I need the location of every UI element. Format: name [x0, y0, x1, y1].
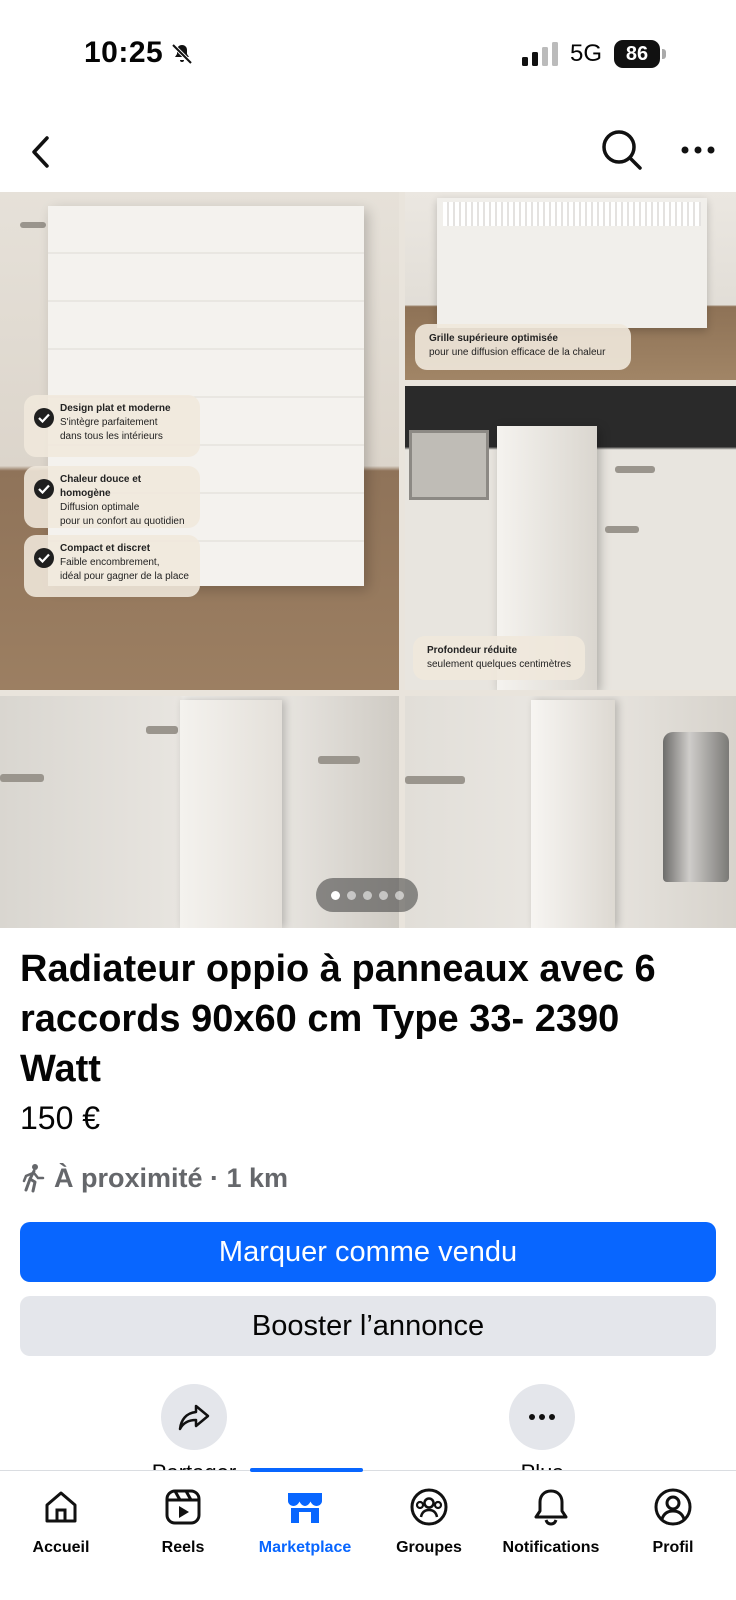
bell-muted-icon: [171, 43, 193, 65]
note-title: Profondeur réduite: [427, 645, 518, 656]
note-card: Profondeur réduite seulement quelques ce…: [413, 636, 585, 680]
nav-label: Profil: [652, 1539, 694, 1556]
nav-home[interactable]: Accueil: [0, 1485, 122, 1557]
check-icon: [34, 408, 54, 428]
search-icon: [602, 130, 642, 170]
bottom-nav: Accueil Reels Marketplace Groupes Notifi…: [0, 1468, 736, 1600]
network-type: 5G: [570, 40, 603, 67]
reels-icon: [161, 1485, 205, 1529]
chevron-left-icon: [32, 136, 49, 168]
more-button[interactable]: [509, 1384, 575, 1450]
nav-label: Accueil: [32, 1539, 90, 1556]
status-bar: 10:25 5G 86: [0, 0, 736, 108]
cabinet-handle: [0, 774, 44, 782]
more-horizontal-icon: [681, 146, 715, 154]
radiator-side-image: [531, 700, 615, 928]
oven-image: [409, 430, 489, 500]
more-horizontal-icon: [529, 1414, 555, 1420]
groups-icon: [407, 1485, 451, 1529]
feature-line: idéal pour gagner de la place: [60, 571, 189, 582]
note-card: Grille supérieure optimisée pour une dif…: [415, 324, 631, 370]
page-dot[interactable]: [330, 890, 340, 900]
trash-bin-image: [663, 732, 729, 882]
nav-marketplace[interactable]: Marketplace: [244, 1485, 366, 1557]
page-dot[interactable]: [362, 890, 372, 900]
home-icon: [39, 1485, 83, 1529]
photo-gallery[interactable]: Design plat et moderne S'intègre parfait…: [0, 192, 736, 928]
nav-label: Reels: [161, 1539, 205, 1556]
feature-title: Chaleur douce et homogène: [60, 474, 142, 499]
feature-line: dans tous les intérieurs: [60, 431, 163, 442]
note-body: seulement quelques centimètres: [427, 659, 571, 670]
feature-line: Faible encombrement,: [60, 557, 160, 568]
photo-depth[interactable]: Profondeur réduite seulement quelques ce…: [405, 386, 736, 690]
note-body: pour une diffusion efficace de la chaleu…: [429, 347, 606, 358]
nav-label: Groupes: [396, 1539, 462, 1556]
profile-icon: [651, 1485, 695, 1529]
battery-tip: [662, 49, 666, 59]
share-button[interactable]: [161, 1384, 227, 1450]
nav-notifications[interactable]: Notifications: [490, 1485, 612, 1557]
radiator-side-image: [180, 700, 282, 928]
signal-icon: [522, 42, 558, 66]
check-icon: [34, 479, 54, 499]
page-dot[interactable]: [346, 890, 356, 900]
search-button[interactable]: [596, 124, 648, 176]
page-dot[interactable]: [394, 890, 404, 900]
radiator-grille: [443, 202, 701, 226]
bell-icon: [529, 1485, 573, 1529]
feature-title: Design plat et moderne: [60, 403, 171, 414]
mark-sold-button[interactable]: Marquer comme vendu: [20, 1222, 716, 1282]
note-title: Grille supérieure optimisée: [429, 333, 558, 344]
location-text: À proximité · 1 km: [54, 1162, 289, 1193]
marketplace-icon: [283, 1485, 327, 1529]
more-options-button[interactable]: [672, 124, 724, 176]
share-icon: [178, 1404, 210, 1431]
nav-label: Notifications: [502, 1539, 600, 1556]
cabinet-handle: [146, 726, 178, 734]
cabinet-handle: [20, 222, 46, 228]
feature-card: Compact et discret Faible encombrement, …: [24, 535, 200, 597]
cabinet-handle: [405, 776, 465, 784]
listing-title: Radiateur oppio à panneaux avec 6 raccor…: [20, 948, 656, 1090]
photo-main[interactable]: Design plat et moderne S'intègre parfait…: [0, 192, 399, 690]
radiator-top-image: [437, 198, 707, 328]
feature-title: Compact et discret: [60, 543, 151, 554]
photo-top-grille[interactable]: Grille supérieure optimisée pour une dif…: [405, 192, 736, 380]
nav-reels[interactable]: Reels: [122, 1485, 244, 1557]
nav-groups[interactable]: Groupes: [368, 1485, 490, 1557]
check-icon: [34, 548, 54, 568]
walking-icon: [22, 1164, 45, 1193]
nav-label: Marketplace: [258, 1539, 352, 1556]
active-tab-indicator: [250, 1468, 363, 1472]
feature-line: Diffusion optimale: [60, 502, 140, 513]
cabinet-handle: [318, 756, 360, 764]
feature-line: S'intègre parfaitement: [60, 417, 158, 428]
nav-profile[interactable]: Profil: [612, 1485, 734, 1557]
cabinet-handle: [605, 526, 639, 533]
listing-price: 150 €: [20, 1100, 101, 1136]
top-nav: [0, 118, 736, 186]
boost-listing-button[interactable]: Booster l’annonce: [20, 1296, 716, 1356]
back-button[interactable]: [18, 126, 62, 178]
page-dot[interactable]: [378, 890, 388, 900]
cabinet-handle: [615, 466, 655, 473]
photo-side-right[interactable]: [405, 696, 736, 928]
feature-card: Design plat et moderne S'intègre parfait…: [24, 395, 200, 457]
status-time: 10:25: [84, 36, 164, 69]
feature-card: Chaleur douce et homogène Diffusion opti…: [24, 466, 200, 528]
battery-level: 86: [614, 40, 660, 68]
feature-line: pour un confort au quotidien: [60, 516, 185, 527]
gallery-pagination[interactable]: [316, 878, 418, 912]
location-row: À proximité · 1 km: [20, 1160, 288, 1196]
battery-icon: 86: [614, 40, 666, 68]
